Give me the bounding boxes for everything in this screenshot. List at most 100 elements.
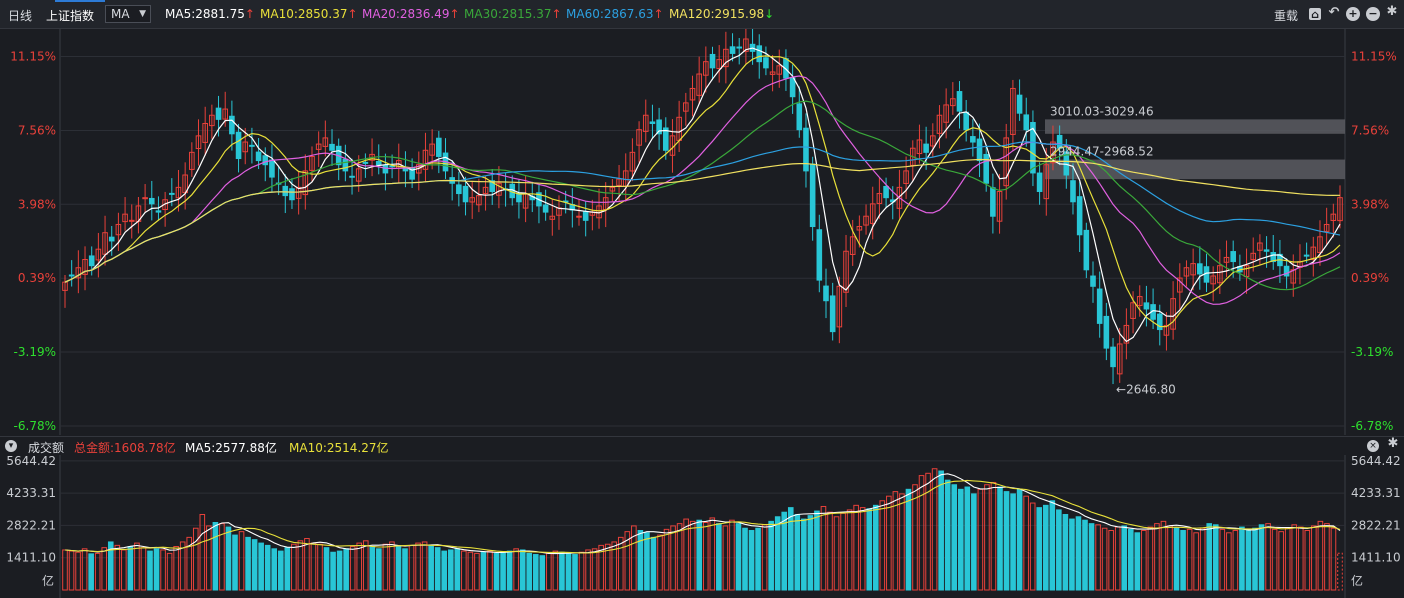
candle-down bbox=[789, 77, 796, 98]
vol-tick-label-right: 2822.21 bbox=[1351, 518, 1401, 532]
zoom-out-icon[interactable]: − bbox=[1366, 7, 1380, 21]
volume-bar-down bbox=[787, 507, 794, 591]
volume-bar-up bbox=[160, 549, 166, 591]
volume-chart[interactable]: 5644.42 5644.42 4233.31 4233.31 2822.21 2822.… bbox=[0, 455, 1404, 598]
y-tick-label-left: -6.78% bbox=[14, 419, 56, 433]
arrow-down-icon: ↓ bbox=[764, 7, 775, 21]
volume-bar-up bbox=[977, 488, 984, 591]
volume-bar-up bbox=[62, 549, 68, 591]
volume-bar-up bbox=[1297, 526, 1304, 591]
close-icon[interactable]: × bbox=[1367, 440, 1379, 452]
price-zone bbox=[1045, 119, 1345, 134]
volume-bar-up bbox=[591, 548, 598, 591]
volume-bar-up bbox=[1324, 523, 1330, 591]
volume-bar-down bbox=[147, 550, 153, 591]
ma-legend-item: MA20:2836.49↑ bbox=[362, 7, 460, 21]
volume-bar-down bbox=[532, 554, 539, 591]
volume-bar-up bbox=[1141, 530, 1147, 591]
volume-bar-up bbox=[356, 542, 363, 591]
volume-bar-up bbox=[1271, 528, 1278, 591]
volume-bar-up bbox=[81, 548, 88, 591]
collapse-icon[interactable]: ▾ bbox=[5, 440, 17, 452]
volume-bar-up bbox=[1317, 520, 1324, 591]
candle-down bbox=[1036, 172, 1043, 192]
volume-bar-down bbox=[696, 519, 703, 591]
reload-button[interactable]: 重载 bbox=[1274, 7, 1298, 24]
volume-bar-up bbox=[192, 527, 199, 591]
candle-down bbox=[542, 204, 549, 213]
volume-bar-down bbox=[428, 544, 434, 591]
volume-bar-down bbox=[572, 554, 578, 591]
volume-bar-up bbox=[840, 512, 846, 591]
candle-down bbox=[169, 192, 175, 195]
candle-down bbox=[649, 121, 656, 124]
candle-down bbox=[709, 53, 716, 69]
volume-bar-down bbox=[277, 550, 284, 591]
volume-bar-up bbox=[291, 543, 297, 591]
volume-bar-down bbox=[1121, 525, 1128, 591]
period-label[interactable]: 日线 bbox=[8, 7, 32, 24]
candle-down bbox=[976, 138, 983, 162]
volume-bar-up bbox=[1226, 532, 1232, 591]
volume-bar-down bbox=[1062, 513, 1069, 591]
volume-bar-down bbox=[748, 530, 755, 591]
volume-bar-down bbox=[500, 551, 506, 591]
volume-bar-up bbox=[912, 484, 918, 591]
volume-bar-up bbox=[689, 520, 696, 591]
volume-bar-down bbox=[872, 504, 879, 591]
volume-bar-down bbox=[1252, 527, 1258, 591]
volume-settings-icon[interactable]: ✱ bbox=[1386, 437, 1400, 451]
volume-bar-up bbox=[421, 541, 428, 591]
volume-bar-up bbox=[513, 548, 519, 591]
volume-bar-up bbox=[820, 505, 827, 591]
volume-bar-up bbox=[552, 550, 559, 591]
active-tab-indicator bbox=[55, 0, 105, 2]
volume-bar-down bbox=[434, 547, 441, 591]
volume-bar-down bbox=[258, 542, 264, 591]
volume-bar-down bbox=[271, 548, 278, 591]
price-chart[interactable]: 11.15% 11.15% 7.56% 7.56% 3.98% 3.98% 0.39% 0.3… bbox=[0, 29, 1404, 435]
volume-bar-up bbox=[846, 509, 853, 591]
volume-bar-down bbox=[1016, 488, 1023, 591]
volume-bar-up bbox=[827, 511, 833, 591]
volume-bar-up bbox=[617, 536, 624, 591]
candle-down bbox=[269, 159, 275, 178]
volume-bar-up bbox=[1337, 552, 1343, 591]
candle-down bbox=[108, 236, 115, 242]
lock-icon[interactable]: ⌂ bbox=[1309, 8, 1321, 21]
volume-bar-down bbox=[801, 518, 807, 591]
volume-bar-up bbox=[853, 504, 859, 591]
candle-down bbox=[329, 143, 335, 151]
candle-down bbox=[796, 103, 803, 131]
volume-bar-down bbox=[526, 552, 533, 591]
volume-bar-down bbox=[336, 550, 343, 591]
volume-bar-up bbox=[238, 531, 245, 591]
volume-ma5: MA5:2577.88亿 bbox=[185, 441, 277, 455]
candle-down bbox=[235, 131, 242, 160]
candle-down bbox=[1083, 229, 1090, 271]
volume-bar-up bbox=[1304, 530, 1311, 591]
zoom-in-icon[interactable]: + bbox=[1346, 7, 1360, 21]
candle-down bbox=[229, 115, 235, 135]
volume-bar-up bbox=[886, 495, 892, 591]
volume-bar-down bbox=[447, 549, 454, 591]
undo-icon[interactable]: ↶ bbox=[1327, 6, 1341, 20]
volume-bar-down bbox=[637, 530, 644, 591]
volume-bar-up bbox=[833, 516, 840, 591]
candle-down bbox=[1143, 302, 1150, 310]
volume-bar-down bbox=[755, 527, 761, 591]
volume-bar-up bbox=[1108, 530, 1114, 591]
volume-bar-up bbox=[304, 538, 310, 591]
candle-down bbox=[249, 144, 255, 147]
candle-down bbox=[1197, 263, 1203, 275]
index-name[interactable]: 上证指数 bbox=[46, 7, 94, 24]
candle-down bbox=[349, 175, 355, 178]
volume-bar-down bbox=[245, 536, 251, 591]
volume-bar-down bbox=[1239, 526, 1245, 591]
indicator-select[interactable]: MA ▼ bbox=[105, 5, 151, 23]
settings-icon[interactable]: ✱ bbox=[1385, 5, 1399, 19]
candle-down bbox=[462, 185, 469, 203]
candle-down bbox=[1070, 180, 1076, 203]
volume-bar-down bbox=[814, 510, 820, 591]
volume-bar-down bbox=[774, 516, 781, 591]
